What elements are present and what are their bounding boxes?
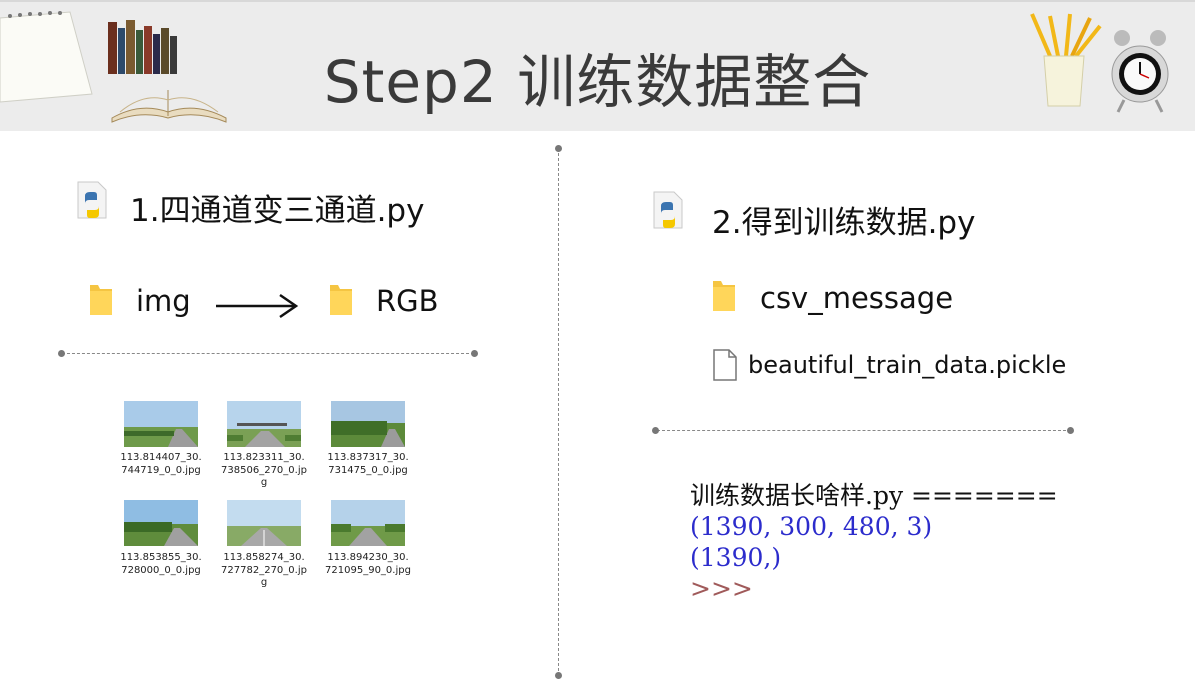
shell-output-shape-x: (1390, 300, 480, 3) (690, 512, 933, 541)
script-title-1: 1.四通道变三通道.py (130, 193, 425, 229)
pencil-cup-icon (1030, 13, 1102, 107)
arrow-right-icon (216, 293, 299, 319)
folder-label-rgb: RGB (376, 284, 439, 318)
divider-dot (58, 350, 65, 357)
vertical-divider (558, 148, 559, 676)
thumbnail-caption: 113.853855_30.728000_0_0.jpg (120, 552, 202, 576)
python-file-icon (77, 181, 107, 219)
slide-title: Step2 训练数据整合 (323, 48, 872, 116)
thumbnail-caption: 113.858274_30.727782_270_0.jpg (221, 552, 307, 588)
thumbnail-caption: 113.814407_30.744719_0_0.jpg (120, 452, 202, 476)
road-thumbnail[interactable] (331, 401, 405, 447)
alarm-clock-icon (1111, 30, 1169, 113)
file-label-pickle: beautiful_train_data.pickle (748, 351, 1067, 379)
script-title-2: 2.得到训练数据.py (712, 205, 976, 241)
road-thumbnail[interactable] (124, 401, 198, 447)
folder-icon (330, 285, 352, 315)
road-thumbnail[interactable] (331, 500, 405, 546)
shell-prompt[interactable]: >>> (690, 573, 753, 604)
python-shell-output: 训练数据长啥样.py ======= (1390, 300, 480, 3) (… (690, 476, 1088, 606)
python-file-icon (653, 191, 683, 229)
shell-output-shape-y: (1390,) (690, 543, 782, 572)
thumbnail-caption: 113.837317_30.731475_0_0.jpg (327, 452, 409, 476)
folder-icon (90, 285, 112, 315)
right-horizontal-divider (657, 430, 1071, 431)
folder-label-img: img (136, 284, 191, 318)
thumbnail-caption: 113.823311_30.738506_270_0.jpg (221, 452, 307, 488)
divider-dot (652, 427, 659, 434)
road-thumbnail[interactable] (227, 401, 301, 447)
file-icon (713, 349, 737, 381)
divider-dot (555, 145, 562, 152)
folder-icon (713, 281, 735, 311)
road-thumbnail[interactable] (124, 500, 198, 546)
divider-dot (471, 350, 478, 357)
divider-dot (555, 672, 562, 679)
road-thumbnail[interactable] (227, 500, 301, 546)
thumbnail-caption: 113.894230_30.721095_90_0.jpg (325, 552, 411, 576)
folder-label-csv: csv_message (760, 281, 954, 315)
divider-dot (1067, 427, 1074, 434)
left-horizontal-divider (62, 353, 474, 354)
shell-restart-line: 训练数据长啥样.py ======= (690, 481, 1058, 510)
slide-header: Step2 训练数据整合 (0, 0, 1195, 131)
